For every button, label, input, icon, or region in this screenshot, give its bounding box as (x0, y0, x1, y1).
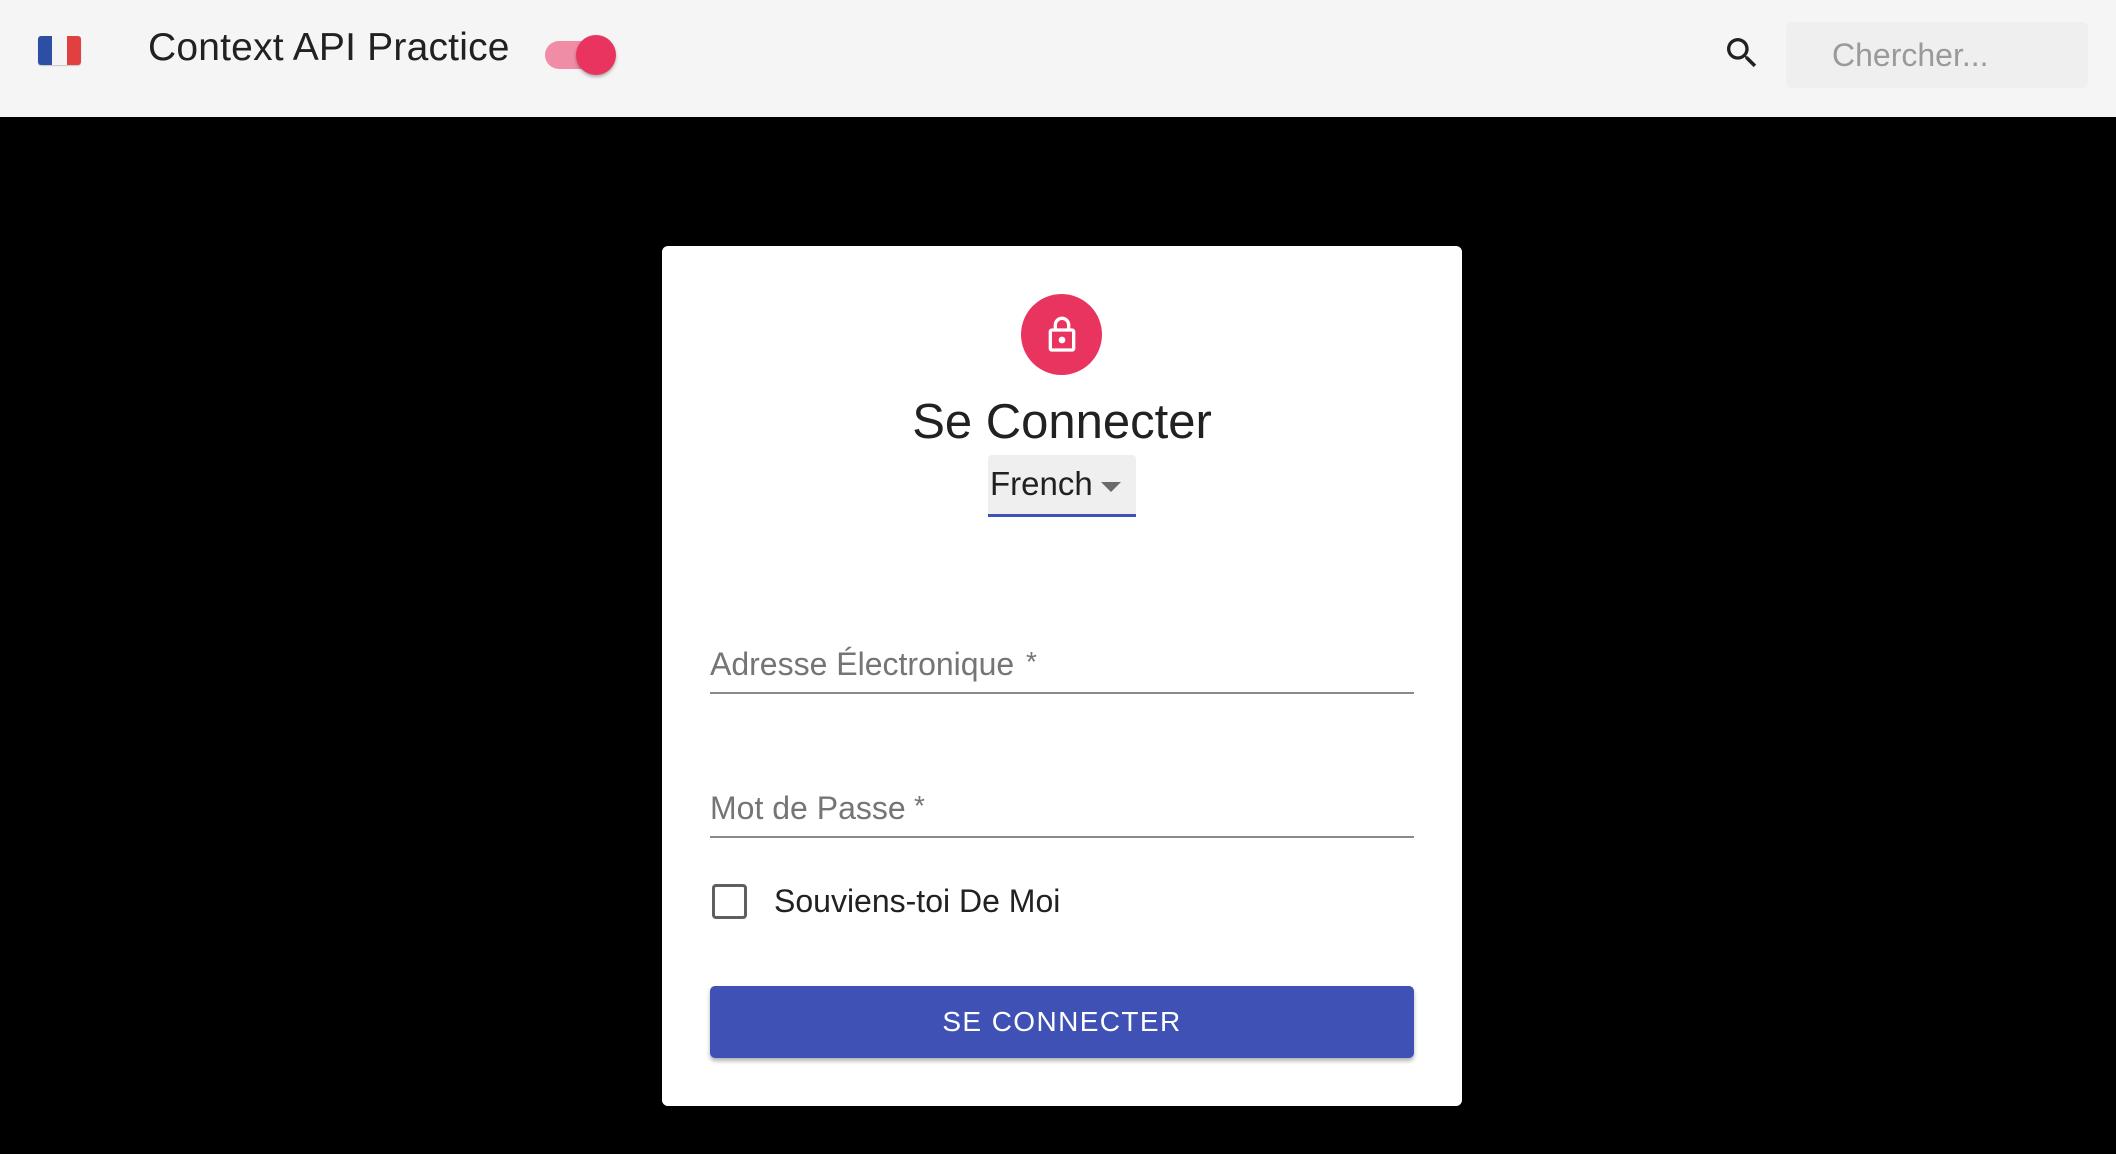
france-flag-icon[interactable] (38, 36, 81, 65)
chevron-down-icon (1101, 482, 1121, 492)
language-select[interactable]: French (988, 455, 1136, 517)
lock-icon (1048, 316, 1075, 352)
app-title: Context API Practice (148, 26, 510, 69)
switch-thumb[interactable] (576, 35, 616, 75)
email-input[interactable] (710, 624, 1414, 692)
password-field: Mot de Passe * (710, 768, 1414, 838)
password-input[interactable] (710, 768, 1414, 836)
email-field: Adresse Électronique * (710, 624, 1414, 694)
lock-avatar (1021, 294, 1102, 375)
page-title: Se Connecter (912, 395, 1212, 449)
remember-me[interactable]: Souviens-toi De Moi (710, 876, 1210, 926)
app-bar: Context API Practice (0, 0, 2116, 117)
theme-toggle-switch[interactable] (543, 32, 619, 78)
remember-me-checkbox[interactable] (712, 884, 747, 919)
remember-me-label[interactable]: Souviens-toi De Moi (774, 883, 1060, 920)
search-icon (1722, 33, 1762, 73)
search-input[interactable] (1832, 22, 2082, 88)
login-card: Se Connecter French Adresse Électronique… (662, 246, 1462, 1106)
search-box (1786, 22, 2088, 88)
sign-in-button[interactable]: SE CONNECTER (710, 986, 1414, 1058)
language-select-value: French (990, 465, 1093, 502)
